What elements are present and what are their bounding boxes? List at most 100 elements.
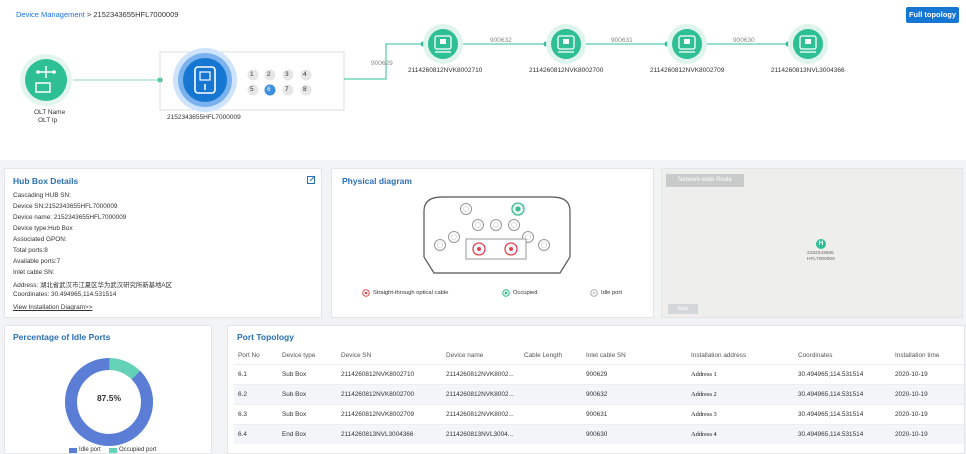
olt-network-switch-icon [20, 54, 72, 106]
column-header: Inlet cable SN [586, 352, 626, 360]
link-label: 900631 [611, 37, 633, 44]
detail-row: Address: 湖北省武汉市江夏区华为武汉研究所新基地A区 [13, 282, 173, 289]
physical-diagram-panel: Physical diagram Straight-through optica… [331, 168, 654, 318]
table-cell: Sub Box [278, 403, 337, 424]
table-header-row: Port No Device type Device SN Device name Ca… [234, 348, 964, 364]
table-cell: 2114260813NVL3004366 [337, 423, 442, 444]
port-topology-table: Port No Device type Device SN Device name Ca… [234, 348, 964, 444]
detail-row: Associated GPON: [13, 236, 67, 243]
table-cell: 2020-10-19 [891, 363, 964, 384]
hub-port-grid [247, 69, 312, 96]
port-number[interactable]: 1 [250, 71, 254, 78]
table-row[interactable]: 6.2 Sub Box 2114260812NVK8002700 2114260812… [234, 383, 964, 404]
table-cell [520, 403, 582, 424]
table-cell: 6.2 [234, 383, 278, 404]
table-cell [520, 383, 582, 404]
table-cell: 2114260813NVL3004... [442, 423, 520, 444]
table-cell: 900631 [582, 403, 687, 424]
table-cell: 900632 [582, 383, 687, 404]
table-cell: 30.494965,114.531514 [794, 403, 891, 424]
sub-box-node-1 [423, 24, 463, 64]
edit-icon[interactable] [307, 175, 316, 184]
node-label: 2114260812NVK8002709 [650, 67, 725, 74]
column-header: Cable Length [524, 352, 563, 360]
sub-box-node-3 [667, 24, 707, 64]
detail-row: Total ports:8 [13, 247, 48, 254]
port-number-active[interactable]: 6 [267, 86, 271, 93]
table-row[interactable]: 6.4 End Box 2114260813NVL3004366 2114260813… [234, 423, 964, 444]
table-cell: 30.494965,114.531514 [794, 363, 891, 384]
table-cell: 2114260812NVK8002... [442, 403, 520, 424]
table-cell: Sub Box [278, 363, 337, 384]
table-cell: Sub Box [278, 383, 337, 404]
detail-row: Device type:Hub Box [13, 225, 73, 232]
detail-row: Inlet cable SN: [13, 269, 55, 276]
olt-ip: OLT Ip [38, 117, 58, 124]
link-label: 900632 [490, 37, 512, 44]
port-number[interactable]: 3 [285, 71, 289, 78]
detail-row: Device name: 2152343655HFL7000009 [13, 214, 127, 221]
address-cell: Address 4 [687, 423, 794, 444]
port-number[interactable]: 2 [267, 71, 271, 78]
table-cell: 2114260812NVK8002700 [337, 383, 442, 404]
physical-diagram-title: Physical diagram [342, 176, 412, 186]
legend-idle: Idle port [601, 290, 622, 296]
column-header: Port No [238, 352, 260, 360]
address-cell: Address 1 [687, 363, 794, 384]
port-number[interactable]: 4 [303, 71, 307, 78]
table-cell: 2020-10-19 [891, 383, 964, 404]
occupied-legend-icon [502, 289, 510, 297]
map-marker-label: HFL7000009 [807, 257, 835, 262]
occupied-legend-swatch [109, 448, 117, 453]
network-route-tag[interactable]: Network-wide Route [666, 174, 744, 187]
occupied-legend-label: Occupied port [119, 447, 157, 453]
table-cell: End Box [278, 423, 337, 444]
port-number[interactable]: 8 [303, 86, 307, 93]
address-cell: Address 3 [687, 403, 794, 424]
link-label: 900630 [733, 37, 755, 44]
map-marker-icon[interactable]: H [816, 239, 826, 249]
table-cell: 6.1 [234, 363, 278, 384]
topology-graph [20, 24, 828, 112]
table-cell: 30.494965,114.531514 [794, 383, 891, 404]
map-button[interactable]: Map [668, 304, 698, 314]
idle-ports-title: Percentage of Idle Ports [13, 332, 111, 342]
table-cell [520, 423, 582, 444]
olt-name: OLT Name [34, 109, 66, 116]
map-panel[interactable]: Network-wide Route H 2152343655 HFL70000… [661, 168, 963, 318]
idle-legend-swatch [69, 448, 77, 453]
end-box-node-4 [788, 24, 828, 64]
column-header: Installation time [895, 352, 940, 360]
column-header: Device name [446, 352, 484, 360]
idle-legend-label: Idle port [79, 447, 101, 453]
installation-diagram-link[interactable]: View Installation Diagram>> [13, 304, 92, 311]
table-cell: 900629 [582, 363, 687, 384]
node-label: 2114260812NVK8002710 [408, 67, 483, 74]
port-number[interactable]: 7 [285, 86, 289, 93]
table-cell [520, 363, 582, 384]
detail-row: Coordinates: 30.494965,114.531514 [13, 291, 117, 298]
port-topology-panel: Port Topology Port No Device type Device S… [227, 325, 965, 454]
table-row[interactable]: 6.1 Sub Box 2114260812NVK8002710 2114260812… [234, 363, 964, 384]
idle-percentage: 87.5% [96, 393, 122, 403]
port-topology-title: Port Topology [237, 332, 294, 342]
idle-legend-icon [590, 289, 598, 297]
detail-row: Available ports:7 [13, 258, 61, 265]
column-header: Coordinates [798, 352, 833, 360]
straight-cable-legend-icon [362, 289, 370, 297]
hub-box-icon [173, 48, 237, 112]
map-marker-label: 2152343655 [807, 251, 834, 256]
column-header: Device type [282, 352, 316, 360]
table-cell: 2114260812NVK8002710 [337, 363, 442, 384]
topology-area: Device Management > 2152343655HFL7000009… [0, 0, 966, 160]
node-label: 2114260813NVL3004366 [771, 67, 845, 74]
legend-occupied: Occupied [513, 290, 538, 296]
link-label: 900629 [371, 60, 393, 67]
port-number[interactable]: 5 [250, 86, 254, 93]
table-cell: 30.494965,114.531514 [794, 423, 891, 444]
hub-sn-label: 2152343655HFL7000009 [167, 114, 241, 121]
sub-box-node-2 [546, 24, 586, 64]
table-row[interactable]: 6.3 Sub Box 2114260812NVK8002709 2114260812… [234, 403, 964, 424]
table-cell: 2020-10-19 [891, 423, 964, 444]
column-header: Installation address [691, 352, 747, 360]
